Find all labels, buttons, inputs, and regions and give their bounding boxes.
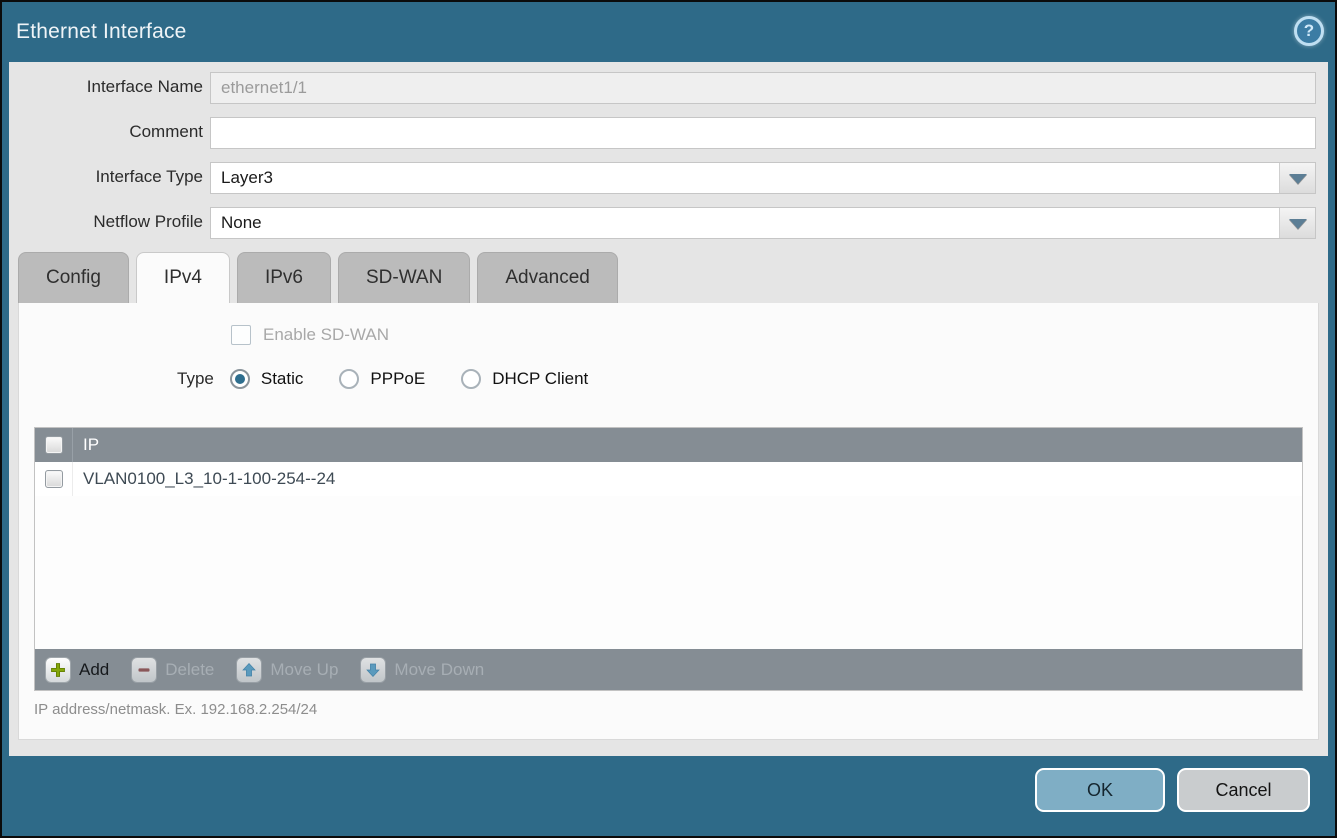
chevron-down-icon bbox=[1289, 174, 1307, 184]
radio-dhcp-client-label: DHCP Client bbox=[492, 369, 588, 389]
interface-type-dropdown-button[interactable] bbox=[1279, 163, 1315, 193]
add-button-label: Add bbox=[79, 660, 109, 680]
interface-name-field bbox=[210, 72, 1316, 104]
delete-button: Delete bbox=[131, 657, 214, 683]
move-down-button: Move Down bbox=[360, 657, 484, 683]
ip-column-header: IP bbox=[73, 435, 99, 455]
tab-ipv4[interactable]: IPv4 bbox=[136, 252, 230, 303]
radio-button-icon[interactable] bbox=[339, 369, 359, 389]
interface-type-label: Interface Type bbox=[13, 167, 203, 187]
netflow-profile-dropdown-button[interactable] bbox=[1279, 208, 1315, 238]
radio-button-icon[interactable] bbox=[461, 369, 481, 389]
radio-pppoe-label: PPPoE bbox=[370, 369, 425, 389]
select-all-checkbox[interactable] bbox=[45, 436, 63, 454]
ethernet-interface-dialog: Ethernet Interface ? Interface Name Comm… bbox=[0, 0, 1337, 838]
ip-table-header: IP bbox=[35, 428, 1302, 462]
table-row[interactable]: VLAN0100_L3_10-1-100-254--24 bbox=[35, 462, 1302, 496]
type-label: Type bbox=[177, 369, 214, 389]
type-radio-group: Type Static PPPoE DHCP Client bbox=[177, 369, 624, 389]
ip-address-table: IP VLAN0100_L3_10-1-100-254--24 Add bbox=[34, 427, 1303, 691]
enable-sdwan-row: Enable SD-WAN bbox=[231, 325, 389, 345]
row-checkbox-cell bbox=[35, 462, 73, 496]
radio-static-label: Static bbox=[261, 369, 304, 389]
interface-type-dropdown[interactable]: Layer3 bbox=[210, 162, 1316, 194]
delete-button-label: Delete bbox=[165, 660, 214, 680]
move-up-button-label: Move Up bbox=[270, 660, 338, 680]
chevron-down-icon bbox=[1289, 219, 1307, 229]
netflow-profile-dropdown[interactable]: None bbox=[210, 207, 1316, 239]
netflow-profile-value: None bbox=[221, 213, 262, 233]
interface-name-label: Interface Name bbox=[13, 77, 203, 97]
table-empty-area bbox=[35, 496, 1302, 649]
arrow-up-icon bbox=[236, 657, 262, 683]
tab-sdwan[interactable]: SD-WAN bbox=[338, 252, 470, 303]
comment-field[interactable] bbox=[210, 117, 1316, 149]
tab-bar: Config IPv4 IPv6 SD-WAN Advanced bbox=[18, 252, 618, 303]
tab-config[interactable]: Config bbox=[18, 252, 129, 303]
help-icon[interactable]: ? bbox=[1294, 16, 1324, 46]
netflow-profile-label: Netflow Profile bbox=[13, 212, 203, 232]
tab-ipv6[interactable]: IPv6 bbox=[237, 252, 331, 303]
select-all-cell bbox=[35, 428, 73, 462]
add-button[interactable]: Add bbox=[45, 657, 109, 683]
tab-advanced[interactable]: Advanced bbox=[477, 252, 618, 303]
arrow-down-icon bbox=[360, 657, 386, 683]
move-up-button: Move Up bbox=[236, 657, 338, 683]
ip-format-hint: IP address/netmask. Ex. 192.168.2.254/24 bbox=[34, 701, 317, 718]
radio-button-icon[interactable] bbox=[230, 369, 250, 389]
dialog-body: Interface Name Comment Interface Type La… bbox=[9, 62, 1328, 756]
ipv4-tab-panel: Enable SD-WAN Type Static PPPoE DHCP Cli… bbox=[18, 303, 1319, 740]
cancel-button[interactable]: Cancel bbox=[1177, 768, 1310, 812]
dialog-titlebar: Ethernet Interface ? bbox=[2, 2, 1335, 62]
dialog-title: Ethernet Interface bbox=[16, 2, 187, 62]
radio-dhcp-client[interactable]: DHCP Client bbox=[461, 369, 588, 389]
plus-icon bbox=[45, 657, 71, 683]
table-toolbar: Add Delete Move Up bbox=[35, 649, 1302, 690]
interface-type-value: Layer3 bbox=[221, 168, 273, 188]
ip-cell[interactable]: VLAN0100_L3_10-1-100-254--24 bbox=[73, 469, 335, 489]
minus-icon bbox=[131, 657, 157, 683]
ok-button[interactable]: OK bbox=[1035, 768, 1165, 812]
radio-static[interactable]: Static bbox=[230, 369, 304, 389]
enable-sdwan-checkbox bbox=[231, 325, 251, 345]
enable-sdwan-label: Enable SD-WAN bbox=[263, 325, 389, 345]
radio-pppoe[interactable]: PPPoE bbox=[339, 369, 425, 389]
move-down-button-label: Move Down bbox=[394, 660, 484, 680]
row-checkbox[interactable] bbox=[45, 470, 63, 488]
comment-label: Comment bbox=[13, 122, 203, 142]
